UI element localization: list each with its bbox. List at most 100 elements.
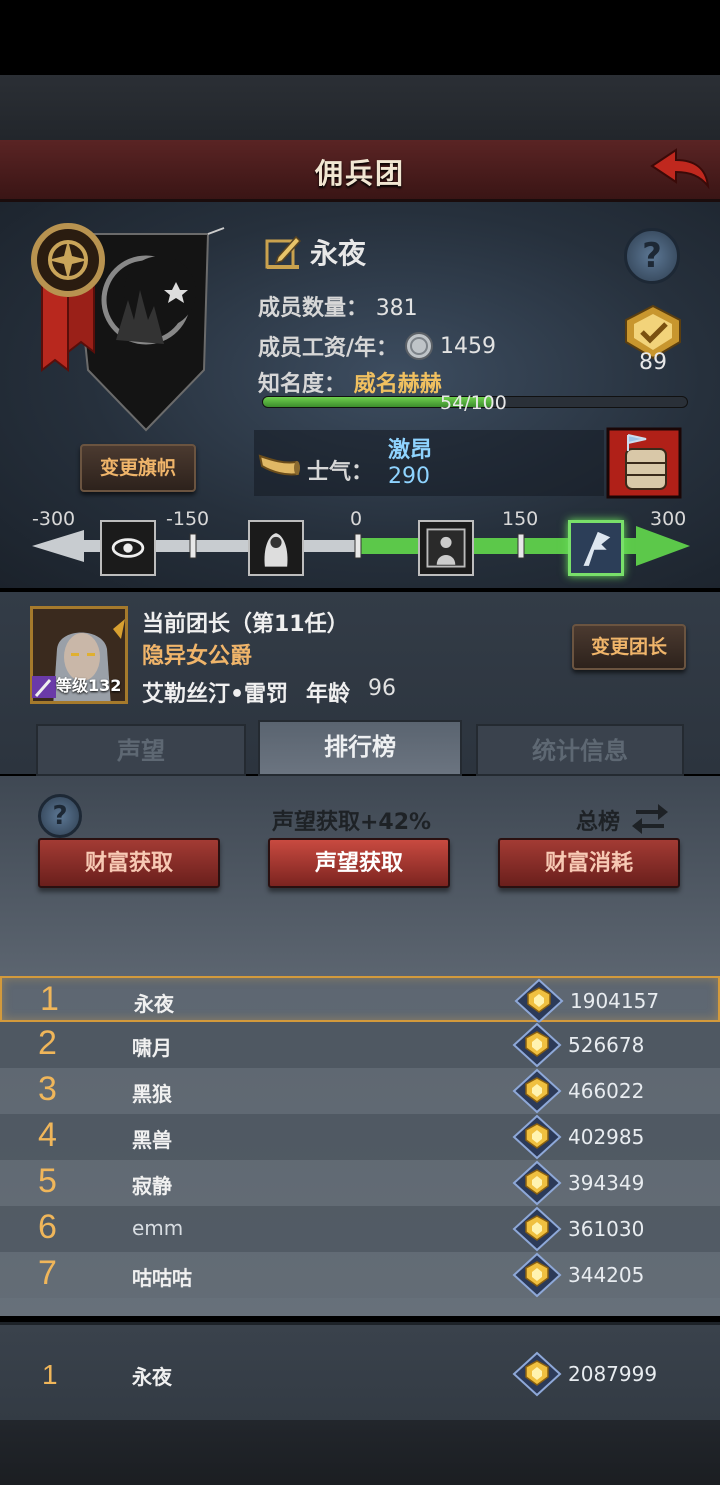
score-value: 344205 <box>568 1263 645 1287</box>
score-value: 394349 <box>568 1171 645 1195</box>
top-band <box>0 75 720 140</box>
category-wealth-gain-button[interactable]: 财富获取 <box>38 838 220 888</box>
salary-value: 1459 <box>440 333 497 359</box>
score-value: 466022 <box>568 1079 645 1103</box>
guild-name: 黑兽 <box>132 1128 172 1152</box>
leader-name: 艾勒丝汀•雷罚 <box>142 682 289 707</box>
reputation-shield-icon <box>512 1114 562 1160</box>
reputation-shield-icon <box>514 978 564 1024</box>
morale-node-fear-icon[interactable] <box>248 520 304 576</box>
fame-row: 知名度： 威名赫赫 <box>258 366 442 398</box>
rank-number: 1 <box>40 980 59 1018</box>
leaderboard-row[interactable]: 2 啸月 526678 <box>0 1022 720 1068</box>
bottom-band <box>0 1420 720 1485</box>
salary-label: 成员工资/年： <box>258 336 399 361</box>
guild-name: 黑狼 <box>132 1082 172 1106</box>
leader-level: 等级132 <box>32 672 121 698</box>
salary-row: 成员工资/年： 1459 <box>258 330 496 362</box>
tab-leaderboard[interactable]: 排行榜 <box>258 720 462 776</box>
edit-name-icon[interactable] <box>264 233 302 271</box>
score-value: 402985 <box>568 1125 645 1149</box>
tab-statistics[interactable]: 统计信息 <box>476 724 684 776</box>
leaderboard-row[interactable]: 5 寂静 394349 <box>0 1160 720 1206</box>
morale-state: 激昂 <box>388 438 433 463</box>
morale-tick-label: -150 <box>166 508 210 530</box>
my-rank-score: 2087999 <box>568 1362 658 1386</box>
back-arrow-icon[interactable] <box>646 144 712 196</box>
tab-reputation[interactable]: 声望 <box>36 724 246 776</box>
guild-rank-value: 89 <box>639 350 667 375</box>
leader-level-label: 等级132 <box>56 676 122 695</box>
rank-number: 6 <box>38 1208 57 1246</box>
change-leader-button[interactable]: 变更团长 <box>572 624 686 670</box>
members-value: 381 <box>375 296 418 321</box>
morale-label: 士气： <box>307 460 374 485</box>
rank-number: 5 <box>38 1162 57 1200</box>
morale-tick-label: 0 <box>350 508 363 530</box>
reputation-shield-icon <box>512 1351 562 1397</box>
guild-name: 咕咕咕 <box>132 1266 192 1290</box>
bonus-text: 声望获取+42% <box>272 810 432 835</box>
reputation-shield-icon <box>512 1160 562 1206</box>
rank-number: 3 <box>38 1070 57 1108</box>
leaderboard-help-button[interactable]: ? <box>38 794 82 838</box>
guild-name: 寂静 <box>132 1174 172 1198</box>
page-title: 佣兵团 <box>314 157 405 190</box>
status-bar-area <box>0 0 720 75</box>
rank-number: 2 <box>38 1024 57 1062</box>
guild-name: 啸月 <box>132 1036 172 1060</box>
score-value: 1904157 <box>570 989 660 1013</box>
fame-label: 知名度： <box>258 372 347 397</box>
guild-info-panel: 变更旗帜 永夜 ? 成员数量： 381 成员工资/年： 1459 知名度： 威名… <box>0 202 720 588</box>
morale-node-inspired-icon[interactable] <box>568 520 624 576</box>
guild-name: 永夜 <box>134 992 174 1016</box>
reputation-shield-icon <box>512 1206 562 1252</box>
morale-tick-label: 150 <box>502 508 539 530</box>
leaderboard-row[interactable]: 6 emm 361030 <box>0 1206 720 1252</box>
guild-banner-icon <box>31 223 225 432</box>
my-rank-bar: 1 永夜 2087999 <box>0 1322 720 1420</box>
leaderboard-row[interactable]: 3 黑狼 466022 <box>0 1068 720 1114</box>
morale-tick-label: -300 <box>32 508 76 530</box>
morale-tick-label: 300 <box>650 508 687 530</box>
leader-class: 隐异女公爵 <box>142 644 253 669</box>
my-rank-name: 永夜 <box>132 1365 172 1389</box>
leader-age-value: 96 <box>368 676 396 701</box>
members-row: 成员数量： 381 <box>258 290 418 322</box>
guild-name: 永夜 <box>310 237 367 270</box>
category-reputation-gain-button[interactable]: 声望获取 <box>268 838 450 888</box>
score-value: 526678 <box>568 1033 645 1057</box>
reputation-shield-icon <box>512 1022 562 1068</box>
help-button[interactable]: ? <box>624 228 680 284</box>
my-rank-number: 1 <box>42 1359 58 1390</box>
guild-name: emm <box>132 1216 184 1240</box>
category-wealth-spend-button[interactable]: 财富消耗 <box>498 838 680 888</box>
leaderboard-panel: ? 声望获取+42% 总榜 财富获取 声望获取 财富消耗 1 永夜 1904157 2… <box>0 776 720 1316</box>
header-bar: 佣兵团 <box>0 140 720 202</box>
rank-number: 4 <box>38 1116 57 1154</box>
tab-bar: 声望 排行榜 统计信息 <box>30 720 690 776</box>
fame-progress-text: 54/100 <box>440 392 507 414</box>
horn-icon <box>258 454 300 476</box>
morale-node-calm-icon[interactable] <box>418 520 474 576</box>
my-rank-row: 1 永夜 2087999 <box>0 1351 720 1397</box>
scope-label[interactable]: 总榜 <box>576 804 620 836</box>
magic-staff-icon <box>32 675 56 698</box>
swap-arrows-icon[interactable] <box>630 798 670 836</box>
members-label: 成员数量： <box>258 296 369 321</box>
morale-node-despair-icon[interactable] <box>100 520 156 576</box>
leaderboard-row[interactable]: 4 黑兽 402985 <box>0 1114 720 1160</box>
leaderboard-header: ? 声望获取+42% 总榜 <box>0 784 720 838</box>
change-flag-button[interactable]: 变更旗帜 <box>80 444 196 492</box>
score-value: 361030 <box>568 1217 645 1241</box>
leaderboard-row[interactable]: 7 咕咕咕 344205 <box>0 1252 720 1298</box>
morale-value: 290 <box>388 464 430 489</box>
guild-name-row: 永夜 <box>264 232 366 272</box>
leader-age-label: 年龄 <box>306 682 351 707</box>
leader-title: 当前团长（第11任） <box>142 612 349 637</box>
fame-value: 威名赫赫 <box>353 372 442 397</box>
leaderboard-row[interactable]: 1 永夜 1904157 <box>0 976 720 1024</box>
war-drum-icon[interactable] <box>606 427 682 499</box>
reputation-shield-icon <box>512 1252 562 1298</box>
reputation-shield-icon <box>512 1068 562 1114</box>
